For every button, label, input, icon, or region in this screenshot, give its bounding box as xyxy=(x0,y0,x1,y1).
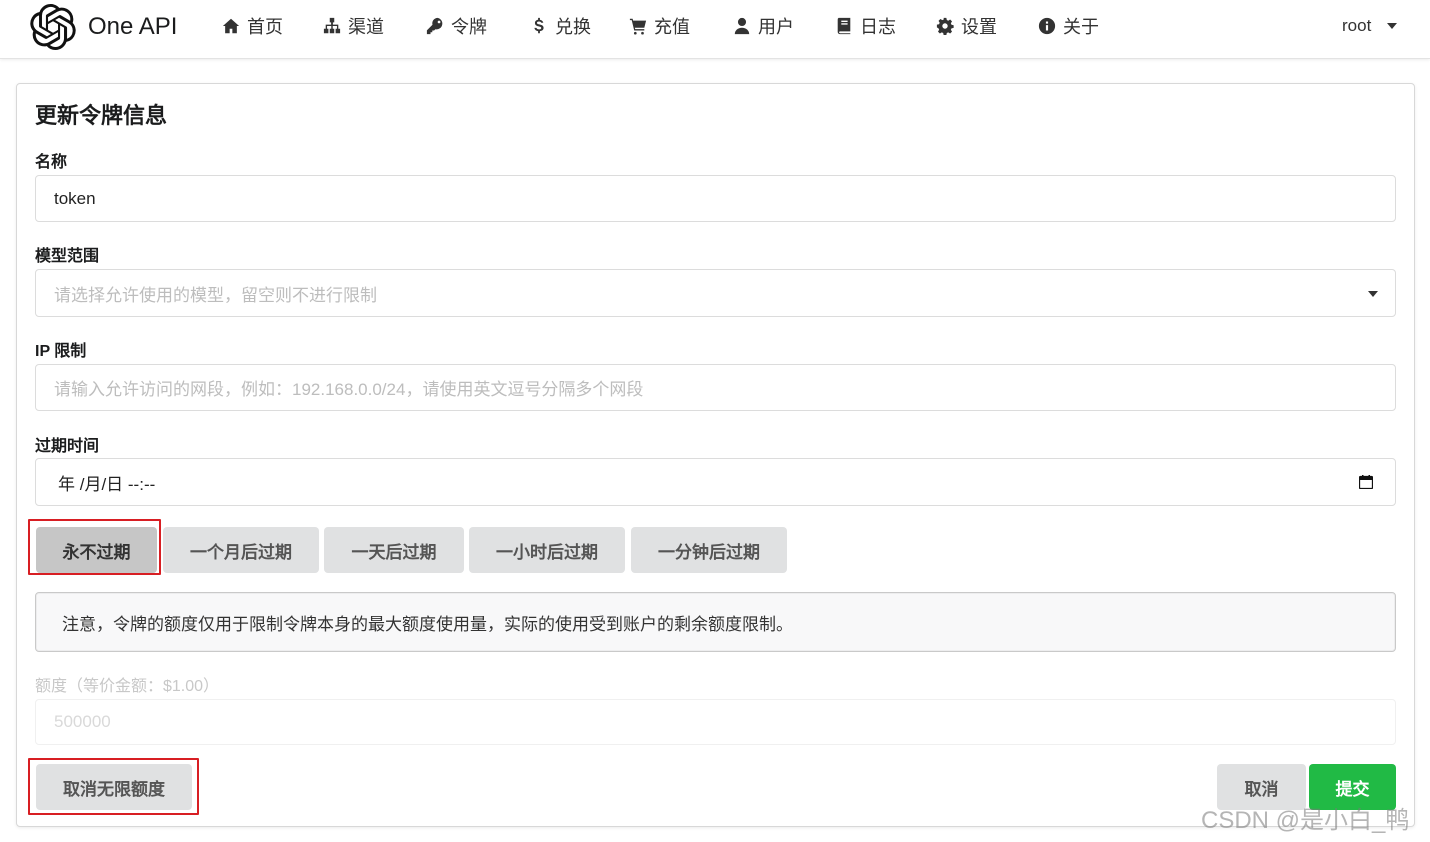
openai-logo-icon xyxy=(30,4,76,50)
expire-datetime-input[interactable]: 年 /月/日 --:-- xyxy=(35,458,1396,506)
quota-label: 额度（等价金额：$1.00） xyxy=(35,678,220,695)
never-expire-highlight xyxy=(28,519,161,575)
nav-item-label: 兑换 xyxy=(555,17,591,37)
top-navbar: One API 首页 渠道 令牌 兑换 充值 用户 日志 设置 关于 root xyxy=(0,0,1430,59)
token-edit-card: 更新令牌信息 名称 token 模型范围 请选择允许使用的模型，留空则不进行限制… xyxy=(16,83,1415,827)
nav-item-label: 首页 xyxy=(247,17,283,37)
expire-one-day-button[interactable]: 一天后过期 xyxy=(324,527,464,573)
nav-item-users[interactable]: 用户 xyxy=(733,13,794,39)
quota-notice-text: 注意，令牌的额度仅用于限制令牌本身的最大额度使用量，实际的使用受到账户的剩余额度… xyxy=(62,614,793,634)
username: root xyxy=(1342,16,1372,35)
quota-notice: 注意，令牌的额度仅用于限制令牌本身的最大额度使用量，实际的使用受到账户的剩余额度… xyxy=(35,592,1396,652)
brand[interactable]: One API xyxy=(30,4,177,50)
ip-input[interactable]: 请输入允许访问的网段，例如：192.168.0.0/24，请使用英文逗号分隔多个… xyxy=(35,364,1396,411)
sitemap-icon xyxy=(323,17,341,34)
nav-item-channels[interactable]: 渠道 xyxy=(323,13,384,39)
nav-item-label: 充值 xyxy=(654,17,690,37)
quota-input[interactable]: 500000 xyxy=(35,699,1396,745)
nav-item-logs[interactable]: 日志 xyxy=(835,13,896,39)
name-input[interactable]: token xyxy=(35,175,1396,222)
chevron-down-icon xyxy=(1387,23,1398,29)
models-label: 模型范围 xyxy=(35,248,100,265)
nav-item-label: 关于 xyxy=(1063,17,1099,37)
calendar-icon[interactable] xyxy=(1359,475,1373,489)
nav-item-label: 设置 xyxy=(961,17,997,37)
name-input-value: token xyxy=(54,188,96,208)
ip-label: IP 限制 xyxy=(35,343,87,360)
nav-item-label: 令牌 xyxy=(451,17,487,37)
quota-input-value: 500000 xyxy=(54,712,111,731)
nav-item-redeem[interactable]: 兑换 xyxy=(530,13,591,39)
user-menu[interactable]: root xyxy=(1342,14,1398,38)
expire-one-month-button[interactable]: 一个月后过期 xyxy=(163,527,319,573)
dollar-icon xyxy=(534,17,544,34)
nav-item-settings[interactable]: 设置 xyxy=(936,13,997,39)
book-icon xyxy=(837,17,851,35)
nav-item-label: 渠道 xyxy=(348,17,384,37)
nav-item-home[interactable]: 首页 xyxy=(222,13,283,39)
expire-one-minute-button[interactable]: 一分钟后过期 xyxy=(631,527,787,573)
expire-input-value: 年 /月/日 --:-- xyxy=(58,474,156,494)
chevron-down-icon xyxy=(1368,291,1378,297)
brand-name: One API xyxy=(88,13,178,40)
csdn-watermark: CSDN @是小白_鸭 xyxy=(1201,807,1410,834)
nav-item-label: 用户 xyxy=(758,17,794,37)
user-icon xyxy=(734,17,750,35)
models-placeholder: 请选择允许使用的模型，留空则不进行限制 xyxy=(54,285,377,305)
page-title: 更新令牌信息 xyxy=(35,103,168,128)
cart-icon xyxy=(629,18,647,35)
unlimited-quota-highlight xyxy=(28,758,199,815)
expire-one-hour-button[interactable]: 一小时后过期 xyxy=(469,527,625,573)
nav-item-tokens[interactable]: 令牌 xyxy=(426,13,487,39)
key-icon xyxy=(426,17,443,35)
models-dropdown[interactable]: 请选择允许使用的模型，留空则不进行限制 xyxy=(35,269,1396,317)
nav-item-topup[interactable]: 充值 xyxy=(629,13,690,39)
info-icon xyxy=(1038,17,1056,35)
expire-label: 过期时间 xyxy=(35,438,100,455)
home-icon xyxy=(222,18,240,34)
nav-item-label: 日志 xyxy=(860,17,896,37)
ip-placeholder: 请输入允许访问的网段，例如：192.168.0.0/24，请使用英文逗号分隔多个… xyxy=(54,380,644,399)
nav-item-about[interactable]: 关于 xyxy=(1038,13,1099,39)
name-label: 名称 xyxy=(35,154,68,171)
gear-icon xyxy=(936,17,954,35)
